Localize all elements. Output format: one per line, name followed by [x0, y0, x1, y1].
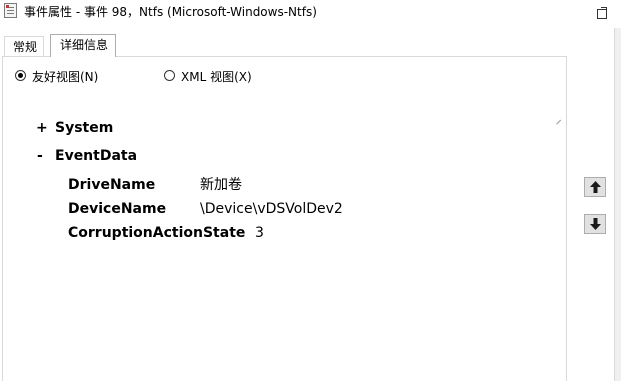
- tab-details[interactable]: 详细信息: [50, 34, 116, 57]
- field-row: DriveName: [68, 174, 155, 193]
- friendly-view-label: 友好视图(N): [32, 70, 99, 84]
- event-tree: + System - EventData DriveName 新加卷 Devic…: [12, 98, 556, 373]
- next-event-button[interactable]: [584, 214, 606, 234]
- field-key: CorruptionActionState: [68, 225, 246, 241]
- field-value: 3: [255, 225, 264, 241]
- collapse-toggle[interactable]: -: [37, 148, 43, 164]
- previous-event-button[interactable]: [584, 177, 606, 197]
- radio-unselected-icon: [164, 70, 175, 81]
- field-key: DeviceName: [68, 201, 167, 217]
- field-value: \Device\vDSVolDev2: [200, 201, 343, 217]
- tab-general[interactable]: 常规: [4, 36, 44, 56]
- xml-view-label: XML 视图(X): [181, 70, 252, 84]
- arrow-down-icon: [590, 218, 601, 230]
- restore-icon[interactable]: [596, 7, 609, 20]
- tab-general-label: 常规: [13, 40, 38, 54]
- title-bar: 事件属性 - 事件 98，Ntfs (Microsoft-Windows-Ntf…: [0, 0, 621, 22]
- tab-details-label: 详细信息: [60, 38, 109, 52]
- field-value: 新加卷: [200, 177, 242, 193]
- tab-strip: 常规 详细信息: [0, 34, 580, 57]
- expand-toggle[interactable]: +: [36, 120, 48, 136]
- arrow-up-icon: [590, 181, 601, 193]
- field-row: CorruptionActionState: [68, 222, 245, 241]
- node-label-eventdata: EventData: [55, 148, 138, 164]
- radio-selected-icon: [15, 70, 26, 81]
- window-edge: [614, 28, 621, 381]
- field-row: DeviceName: [68, 198, 166, 217]
- event-viewer-icon: [4, 3, 17, 18]
- field-key: DriveName: [68, 177, 156, 193]
- window-title: 事件属性 - 事件 98，Ntfs (Microsoft-Windows-Ntf…: [24, 5, 317, 19]
- node-label-system: System: [55, 120, 114, 136]
